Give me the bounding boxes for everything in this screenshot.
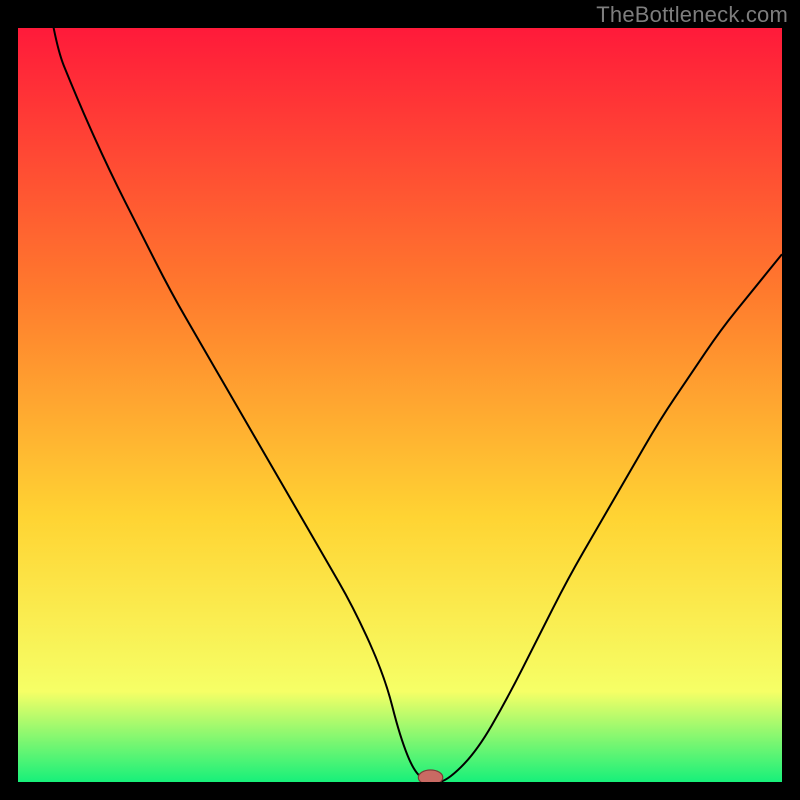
plot-area [18, 28, 782, 782]
chart-frame: TheBottleneck.com [0, 0, 800, 800]
optimal-marker [418, 770, 442, 782]
chart-svg [18, 28, 782, 782]
gradient-background [18, 28, 782, 782]
watermark-text: TheBottleneck.com [596, 2, 788, 28]
